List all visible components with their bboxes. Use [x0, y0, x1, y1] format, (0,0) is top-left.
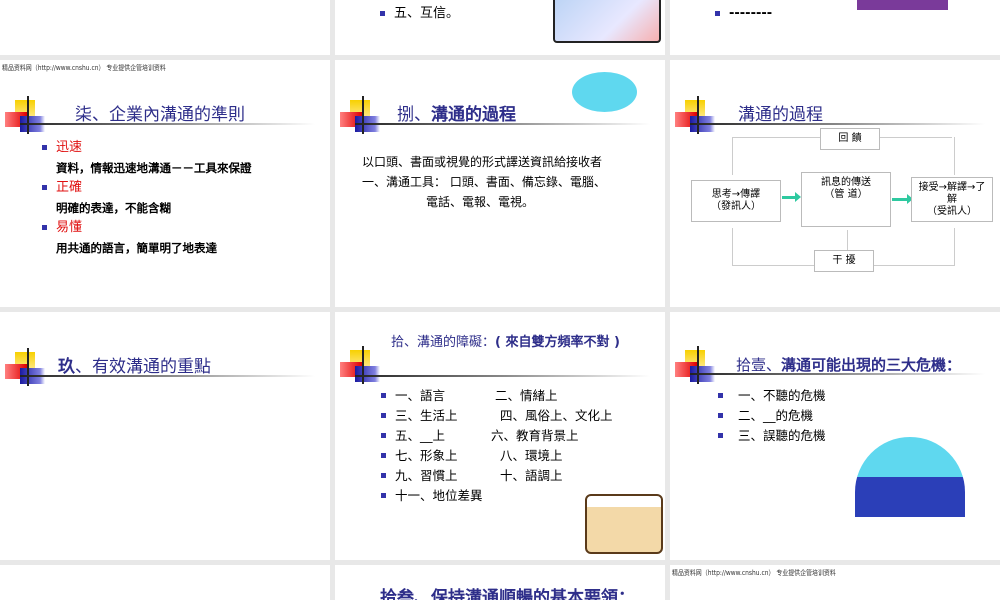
bullet-text: 資料，情報迅速地溝通－－工具來保證	[56, 161, 252, 175]
violinist-clipart-icon	[553, 0, 661, 43]
slide-8[interactable]: 捌、溝通的過程 以口頭、書面或視覺的形式譯送資訊給接收者 一、溝通工具： 口頭、…	[335, 60, 665, 307]
feedback-label: 回 饋	[838, 133, 862, 144]
list-item: 三、誤聽的危機	[718, 426, 826, 446]
bullet-head: 易懂	[42, 218, 252, 238]
receiver-role: （受訊人）	[927, 205, 977, 217]
slide-11[interactable]: 拾壹、溝通可能出現的三大危機： 一、不聽的危機 二、__的危機 三、誤聽的危機	[670, 312, 1000, 560]
sender-role: （發訊人）	[711, 201, 761, 212]
title-main: 拾、溝通的障礙：	[391, 335, 496, 350]
slide-7[interactable]: 精品资料网（http://www.cnshu.cn） 专业提供企管培训资料 柒、…	[0, 60, 330, 307]
title-logo-icon	[340, 346, 385, 386]
slide-top-middle[interactable]: 五、互信。	[335, 0, 665, 55]
watermark: 精品资料网（http://www.cnshu.cn） 专业提供企管培训资料	[672, 569, 836, 577]
list-item: 十一、地位差異	[381, 486, 613, 506]
bullet-head: 迅速	[42, 138, 252, 158]
title-note: ( 來自雙方頻率不對 )	[495, 335, 620, 350]
list-item: 五、__上 六、教育背景上	[381, 426, 613, 446]
slide-13[interactable]: 拾叁、保持溝通順暢的基本要領：	[335, 565, 665, 600]
title-logo-icon	[5, 96, 50, 136]
title-logo-icon	[340, 96, 385, 136]
title-main: 溝通的過程	[431, 105, 516, 125]
channel-box: 訊息的傳送 （管 道）	[801, 172, 891, 227]
noise-label: 干 擾	[832, 255, 856, 266]
slide-title: 柒、企業內溝通的準則	[75, 105, 245, 125]
slide-title: 拾叁、保持溝通順暢的基本要領：	[380, 588, 635, 600]
title-main: 、有效溝通的重點	[75, 357, 211, 377]
bullet-text: 用共通的語言，簡單明了地表達	[56, 241, 217, 255]
sender-box: 思考→傳譯 （發訊人）	[691, 180, 781, 222]
title-prefix: 拾壹、	[736, 356, 782, 374]
slide-12[interactable]	[0, 565, 330, 600]
slide-title: 拾、溝通的障礙：( 來自雙方頻率不對 )	[391, 334, 651, 352]
title-prefix: 捌、	[397, 105, 431, 125]
channel-role: （管 道）	[824, 189, 868, 200]
list-item: 七、形象上 八、環境上	[381, 446, 613, 466]
body-line: 以口頭、書面或視覺的形式譯送資訊給接收者	[362, 155, 603, 169]
slide-10[interactable]: 拾、溝通的障礙：( 來自雙方頻率不對 ) 一、語言 二、情緒上 三、生活上 四、風俗…	[335, 312, 665, 560]
noise-box: 干 擾	[814, 250, 874, 272]
body-line: 一、溝通工具： 口頭、書面、備忘錄、電腦、	[362, 175, 606, 189]
title-rule	[690, 123, 985, 125]
receiver-label-cont: 解	[947, 193, 957, 205]
list-item: 一、語言 二、情緒上	[381, 386, 613, 406]
slide-title: 捌、溝通的過程	[397, 100, 516, 125]
slide-9[interactable]: 玖、有效溝通的重點	[0, 312, 330, 560]
list-item: 二、__的危機	[718, 406, 826, 426]
feedback-box: 回 饋	[820, 128, 880, 150]
slide-top-right[interactable]: --------	[670, 0, 1000, 55]
bullet-text: 明確的表達，不能含糊	[56, 201, 171, 215]
title-logo-icon	[675, 346, 720, 386]
slide-title: 拾壹、溝通可能出現的三大危機：	[736, 354, 961, 375]
title-logo-icon	[5, 348, 50, 388]
body-line: 電話、電報、電視。	[426, 195, 535, 209]
title-logo-icon	[675, 96, 720, 136]
meeting-clipart-icon	[572, 72, 637, 112]
receiver-box: 接受→解譯→了解（受訊人）	[911, 177, 993, 222]
title-main: 溝通可能出現的三大危機：	[781, 356, 962, 374]
receiver-label: 接受→解譯→了	[918, 181, 986, 193]
people-photo-icon	[857, 0, 948, 10]
list-item: 三、生活上 四、風俗上、文化上	[381, 406, 613, 426]
singers-clipart-icon	[855, 437, 965, 517]
list-item: 一、不聽的危機	[718, 386, 826, 406]
slide-title: 玖、有效溝通的重點	[58, 352, 211, 377]
slide-14[interactable]: 精品资料网（http://www.cnshu.cn） 专业提供企管培训资料	[670, 565, 1000, 600]
list-item: 九、習慣上 十、語調上	[381, 466, 613, 486]
slide-top-left[interactable]	[0, 0, 330, 55]
title-rule	[355, 375, 650, 377]
title-prefix: 玖	[58, 357, 75, 377]
arrow-icon	[782, 192, 801, 202]
slide-title: 溝通的過程	[738, 105, 823, 125]
sender-label: 思考→傳譯	[711, 189, 761, 200]
watermark: 精品资料网（http://www.cnshu.cn） 专业提供企管培训资料	[2, 64, 166, 72]
bullet-head: 正確	[42, 178, 252, 198]
bullet-item: 五、互信。	[380, 4, 459, 24]
slide-process[interactable]: 溝通的過程 回 饋 思考→傳譯 （發訊人） 訊息的傳送 （管 道） 接受→解譯→了解…	[670, 60, 1000, 307]
desk-worker-clipart-icon	[585, 494, 663, 554]
arrow-icon	[892, 194, 913, 204]
bullet-item: --------	[715, 4, 772, 24]
channel-label: 訊息的傳送	[821, 177, 871, 188]
